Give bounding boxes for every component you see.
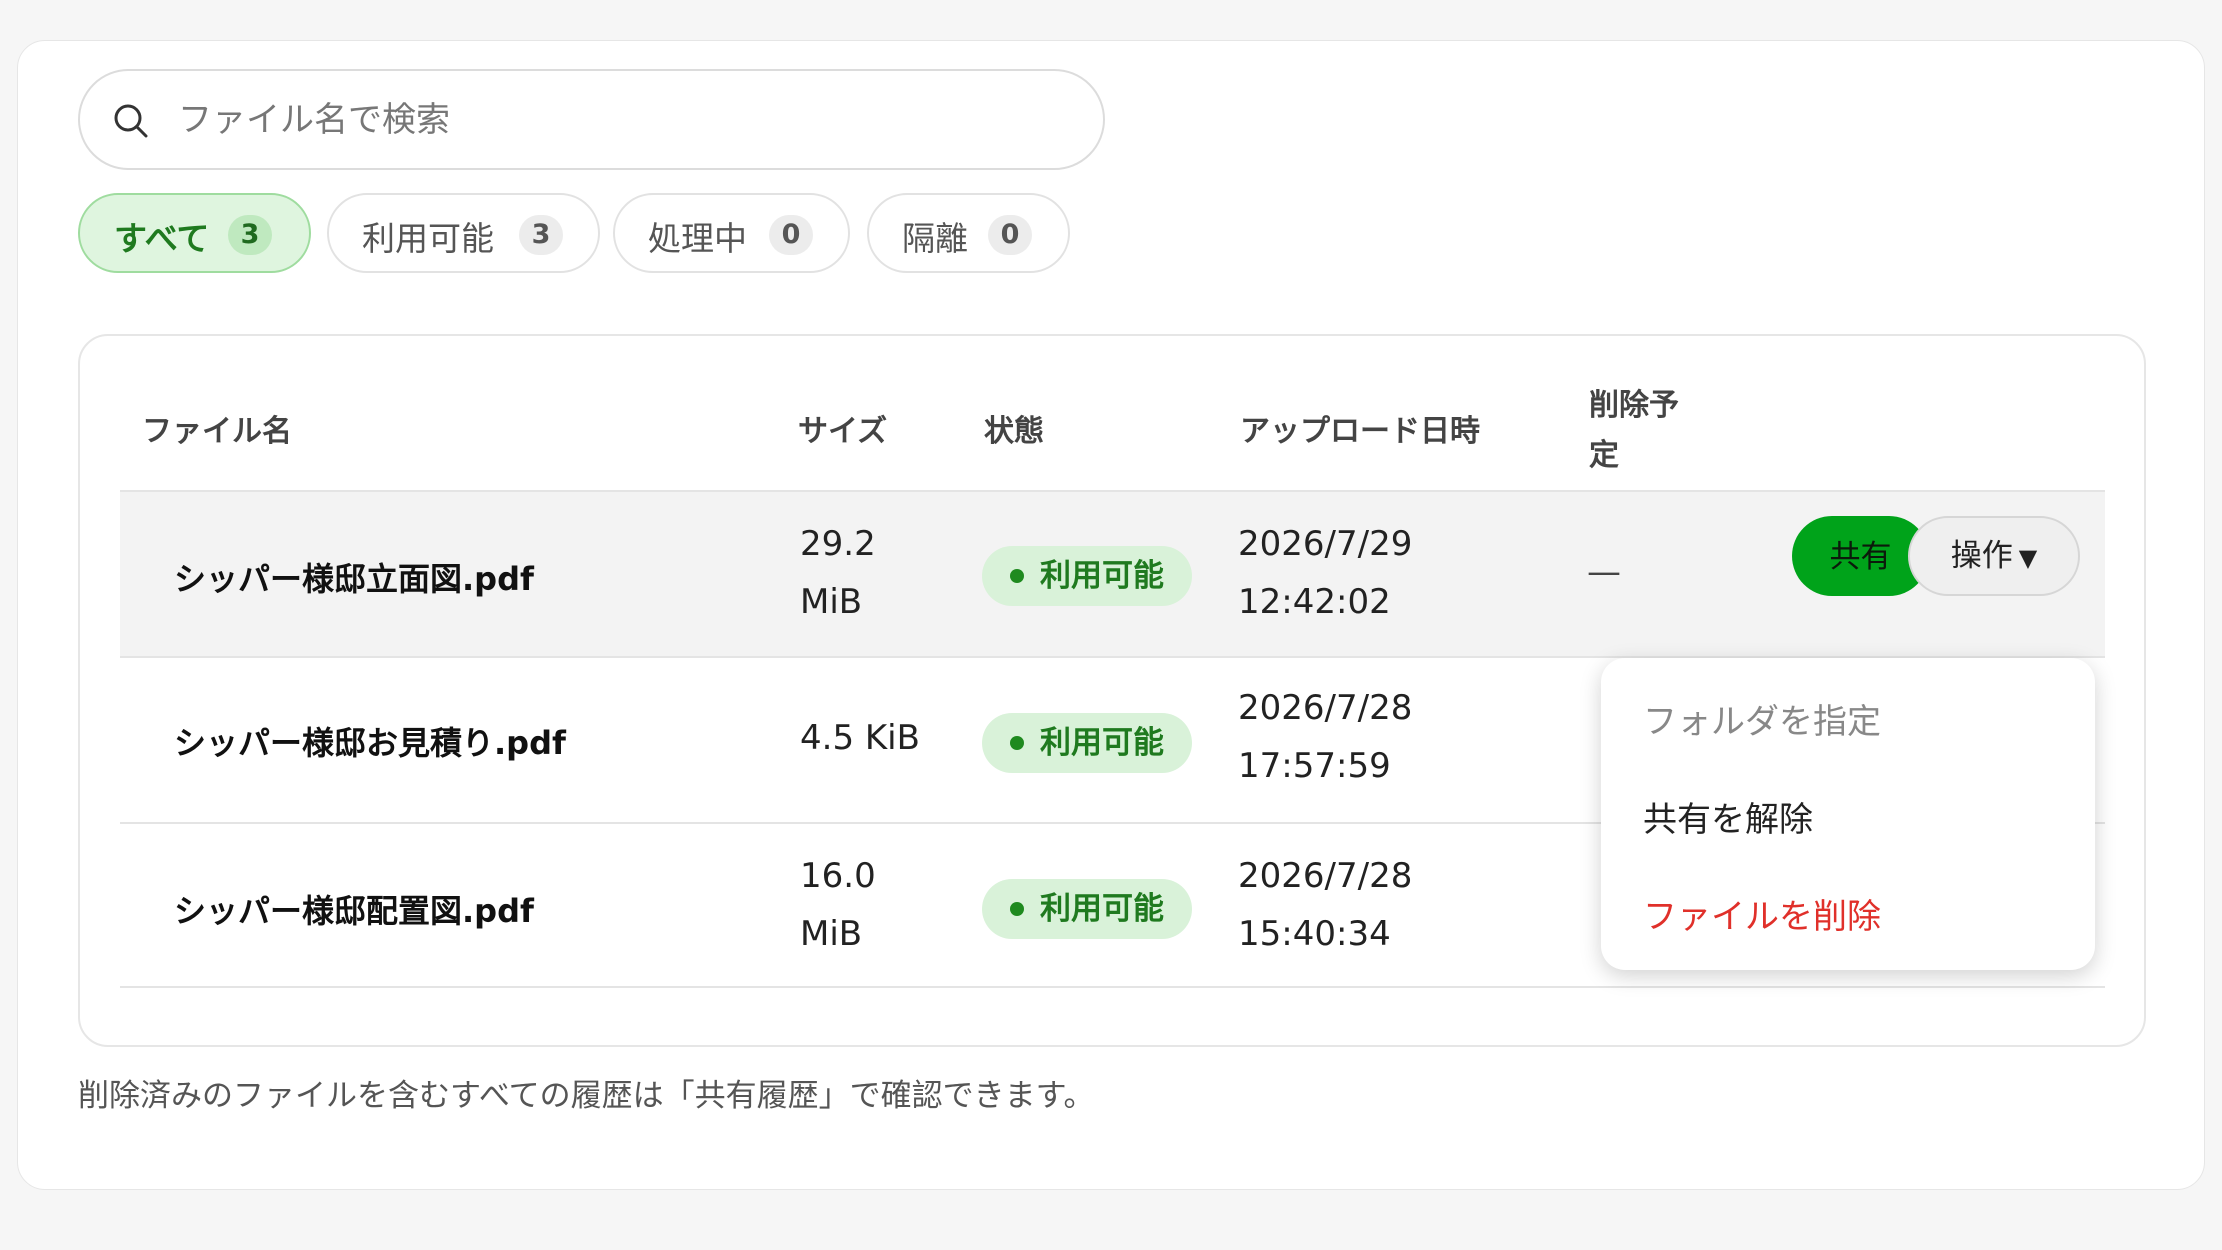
upload-date: 2026/7/28 xyxy=(1238,856,1413,896)
filter-tab-label: 利用可能 xyxy=(362,219,494,258)
file-name[interactable]: シッパー様邸お見積り.pdf xyxy=(174,718,566,764)
operations-menu: フォルダを指定 共有を解除 ファイルを削除 xyxy=(1601,658,2095,970)
file-size: 16.0 xyxy=(800,856,876,896)
status-label: 利用可能 xyxy=(1040,725,1164,761)
operations-label: 操作 xyxy=(1950,538,2013,574)
status-dot-icon xyxy=(1010,902,1024,916)
filter-count-badge: 0 xyxy=(988,215,1032,255)
file-size-unit: MiB xyxy=(800,914,863,954)
file-name[interactable]: シッパー様邸配置図.pdf xyxy=(174,886,534,932)
status-badge: 利用可能 xyxy=(982,546,1192,606)
filter-tab-label: すべて xyxy=(114,219,210,258)
table-row[interactable]: シッパー様邸立面図.pdf 29.2 MiB 利用可能 2026/7/29 12… xyxy=(120,490,2105,656)
column-header-delete-scheduled-cont: 定 xyxy=(1589,438,1619,473)
status-dot-icon xyxy=(1010,569,1024,583)
menu-item-set-folder[interactable]: フォルダを指定 xyxy=(1643,694,1881,743)
file-size: 4.5 KiB xyxy=(800,718,920,758)
filter-tab-available[interactable]: 利用可能 3 xyxy=(327,193,600,273)
filter-tab-label: 処理中 xyxy=(648,219,747,258)
upload-date: 2026/7/28 xyxy=(1238,688,1413,728)
status-label: 利用可能 xyxy=(1040,891,1164,927)
status-dot-icon xyxy=(1010,736,1024,750)
delete-scheduled-value: — xyxy=(1587,552,1621,592)
search-input[interactable] xyxy=(178,89,1058,151)
file-name[interactable]: シッパー様邸立面図.pdf xyxy=(174,554,534,600)
filter-tab-processing[interactable]: 処理中 0 xyxy=(613,193,850,273)
search-box[interactable] xyxy=(78,69,1105,170)
menu-item-unshare[interactable]: 共有を解除 xyxy=(1643,792,1813,841)
file-size-unit: MiB xyxy=(800,582,863,622)
status-badge: 利用可能 xyxy=(982,713,1192,773)
column-header-size: サイズ xyxy=(798,414,888,449)
column-header-status: 状態 xyxy=(984,414,1044,449)
upload-time: 17:57:59 xyxy=(1238,746,1391,786)
filter-count-badge: 0 xyxy=(769,215,813,255)
filter-count-badge: 3 xyxy=(228,215,272,255)
status-badge: 利用可能 xyxy=(982,879,1192,939)
file-list-card: すべて 3 利用可能 3 処理中 0 隔離 0 ファイル名 サイズ 状態 アップ… xyxy=(17,40,2205,1190)
column-header-name: ファイル名 xyxy=(142,414,292,449)
upload-date: 2026/7/29 xyxy=(1238,524,1413,564)
history-note: 削除済みのファイルを含むすべての履歴は「共有履歴」で確認できます。 xyxy=(78,1078,1095,1114)
upload-time: 15:40:34 xyxy=(1238,914,1391,954)
search-icon xyxy=(114,104,148,138)
chevron-down-icon: ▼ xyxy=(2018,544,2038,572)
filter-tab-all[interactable]: すべて 3 xyxy=(78,193,311,273)
filter-tab-quarantine[interactable]: 隔離 0 xyxy=(867,193,1070,273)
filter-count-badge: 3 xyxy=(519,215,563,255)
menu-item-delete-file[interactable]: ファイルを削除 xyxy=(1643,889,1881,938)
file-size: 29.2 xyxy=(800,524,876,564)
upload-time: 12:42:02 xyxy=(1238,582,1391,622)
operations-dropdown-button[interactable]: 操作 ▼ xyxy=(1908,516,2080,596)
column-header-delete-scheduled: 削除予 xyxy=(1589,388,1679,423)
status-label: 利用可能 xyxy=(1040,558,1164,594)
filter-tab-label: 隔離 xyxy=(902,219,968,258)
column-header-uploaded: アップロード日時 xyxy=(1240,414,1480,449)
